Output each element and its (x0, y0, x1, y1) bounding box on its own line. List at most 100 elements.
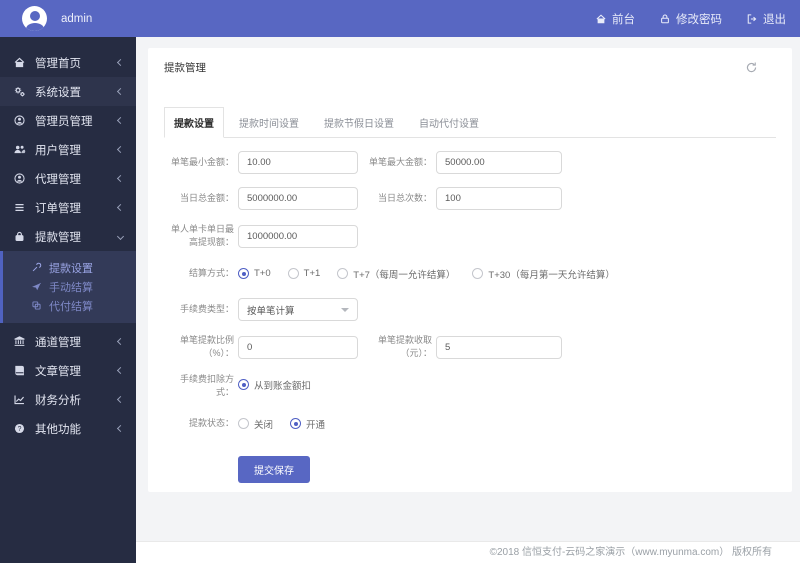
sidebar-item-system-settings[interactable]: 系统设置 (0, 77, 136, 106)
radio-t30[interactable]: T+30（每月第一天允许结算） (472, 267, 615, 281)
form-row: 手续费类型： 按单笔计算 (170, 298, 776, 322)
home-icon (14, 57, 25, 68)
sidebar-item-payout-settlement[interactable]: 代付结算 (3, 296, 136, 315)
chevron-left-icon (116, 174, 125, 183)
card-header: 提款管理 (164, 60, 776, 75)
radio-unchecked-icon (337, 268, 349, 280)
sidebar-item-article-management[interactable]: 文章管理 (0, 356, 136, 385)
chevron-left-icon (116, 395, 125, 404)
question-circle-icon: ? (14, 423, 25, 434)
radio-unchecked-icon (287, 268, 299, 280)
fee-percent-field-group: 单笔提款比例（%）： (170, 334, 358, 360)
min-amount-field-group: 单笔最小金额： (170, 151, 358, 174)
wrench-icon (32, 262, 42, 272)
per-card-daily-max-input[interactable] (238, 224, 358, 248)
radio-t1[interactable]: T+1 (287, 268, 320, 280)
radio-checked-icon (238, 379, 249, 391)
min-amount-input[interactable] (238, 151, 358, 174)
sidebar-item-finance-analysis[interactable]: 财务分析 (0, 385, 136, 414)
fee-fixed-field-group: 单笔提款收取（元）： (368, 334, 562, 360)
settlement-label: 结算方式： (188, 268, 234, 279)
fee-percent-input[interactable] (238, 335, 358, 359)
radio-status-closed[interactable]: 关闭 (238, 417, 273, 431)
refresh-icon[interactable] (745, 61, 758, 74)
form-row: 单笔提款比例（%）： 单笔提款收取（元）： (170, 334, 776, 360)
topbar-brand: admin (22, 6, 92, 31)
avatar-head (29, 11, 40, 21)
tab-withdraw-holiday-settings[interactable]: 提款节假日设置 (314, 107, 404, 138)
lock-icon (15, 231, 24, 241)
chevron-down-icon (116, 232, 125, 241)
logout-link[interactable]: 退出 (746, 11, 786, 27)
sidebar-item-manual-settlement[interactable]: 手动结算 (3, 277, 136, 296)
fee-type-label: 手续费类型： (179, 304, 234, 315)
sign-out-icon (747, 13, 757, 24)
form-row: 提款状态： 关闭 开通 (170, 412, 776, 435)
fee-deduct-label: 手续费扣除方式： (179, 374, 234, 398)
home-icon (596, 14, 606, 23)
change-password-link[interactable]: 修改密码 (659, 11, 722, 27)
copyright-text: ©2018 信恒支付-云码之家演示（www.myunma.com） 版权所有 (489, 547, 772, 558)
withdraw-management-card: 提款管理 提款设置 提款时间设置 提款节假日设置 自动代付设置 单笔最小金额： … (148, 48, 792, 492)
fee-fixed-label: 单笔提款收取（元）： (377, 335, 432, 359)
daily-count-label: 当日总次数： (377, 192, 432, 203)
user-avatar-icon[interactable] (22, 6, 47, 31)
chevron-left-icon (116, 145, 125, 154)
max-amount-input[interactable] (436, 151, 562, 174)
settlement-radio-group: T+0 T+1 T+7（每周一允许结算） T+30（每月第一天允许结算） (238, 262, 632, 285)
copyright-footer: ©2018 信恒支付-云码之家演示（www.myunma.com） 版权所有 (136, 541, 800, 563)
lock-icon (661, 14, 669, 23)
radio-unchecked-icon (472, 268, 484, 280)
radio-t0[interactable]: T+0 (238, 268, 271, 280)
tab-withdraw-time-settings[interactable]: 提款时间设置 (229, 107, 309, 138)
bank-icon (14, 336, 25, 346)
max-amount-label: 单笔最大金额： (368, 156, 432, 167)
form-row: 单人单卡单日最高提现额： (170, 223, 776, 249)
sidebar-item-admin-management[interactable]: 管理员管理 (0, 106, 136, 135)
topbar-nav: 前台 修改密码 退出 (571, 11, 786, 27)
status-label: 提款状态： (188, 418, 234, 429)
daily-count-input[interactable] (436, 187, 562, 210)
sidebar-item-withdraw-management[interactable]: 提款管理 (0, 222, 136, 251)
fee-type-select[interactable]: 按单笔计算 (238, 298, 358, 322)
tab-withdraw-settings[interactable]: 提款设置 (164, 107, 224, 138)
sidebar-item-withdraw-settings[interactable]: 提款设置 (3, 258, 136, 277)
radio-checked-icon (238, 268, 249, 280)
status-radio-group: 关闭 开通 (238, 412, 342, 435)
user-circle-icon (14, 173, 25, 184)
submit-save-button[interactable]: 提交保存 (238, 456, 310, 484)
radio-status-open[interactable]: 开通 (290, 417, 325, 431)
radio-deduct-from-received[interactable]: 从到账金额扣 (238, 378, 311, 392)
sidebar-item-order-management[interactable]: 订单管理 (0, 193, 136, 222)
gears-icon (14, 87, 25, 97)
tab-auto-payout-settings[interactable]: 自动代付设置 (409, 107, 489, 138)
sidebar-item-dashboard[interactable]: 管理首页 (0, 48, 136, 77)
daily-total-input[interactable] (238, 187, 358, 210)
chevron-left-icon (116, 87, 125, 96)
sidebar-item-other-functions[interactable]: ? 其他功能 (0, 414, 136, 443)
fee-type-selected-value: 按单笔计算 (247, 305, 295, 317)
frontend-link[interactable]: 前台 (595, 11, 635, 27)
fee-deduct-radio-group: 从到账金额扣 (238, 373, 328, 396)
sidebar-item-agent-management[interactable]: 代理管理 (0, 164, 136, 193)
sidebar: 管理首页 系统设置 管理员管理 用户管理 代理管理 订单管理 提款管理 提款设置 (0, 37, 136, 563)
topbar: admin 前台 修改密码 退出 (0, 0, 800, 37)
chevron-left-icon (116, 203, 125, 212)
radio-t7[interactable]: T+7（每周一允许结算） (337, 267, 455, 281)
book-icon (15, 365, 24, 376)
form-row: 当日总金额： 当日总次数： (170, 187, 776, 210)
sidebar-item-user-management[interactable]: 用户管理 (0, 135, 136, 164)
form-row: 结算方式： T+0 T+1 T+7（每周一允许结算） T+30（每月第一天允许结… (170, 262, 776, 285)
avatar-shoulders (25, 23, 44, 31)
chart-line-icon (14, 395, 24, 405)
withdraw-settings-form: 单笔最小金额： 单笔最大金额： 当日总金额： 当日总次数： (164, 151, 776, 484)
daily-count-field-group: 当日总次数： (368, 187, 562, 210)
chevron-left-icon (116, 424, 125, 433)
chevron-left-icon (116, 366, 125, 375)
chevron-left-icon (116, 58, 125, 67)
clone-icon (32, 301, 41, 310)
fee-percent-label: 单笔提款比例（%）： (179, 335, 234, 359)
radio-unchecked-icon (238, 418, 249, 430)
sidebar-item-channel-management[interactable]: 通道管理 (0, 327, 136, 356)
fee-fixed-input[interactable] (436, 335, 562, 359)
